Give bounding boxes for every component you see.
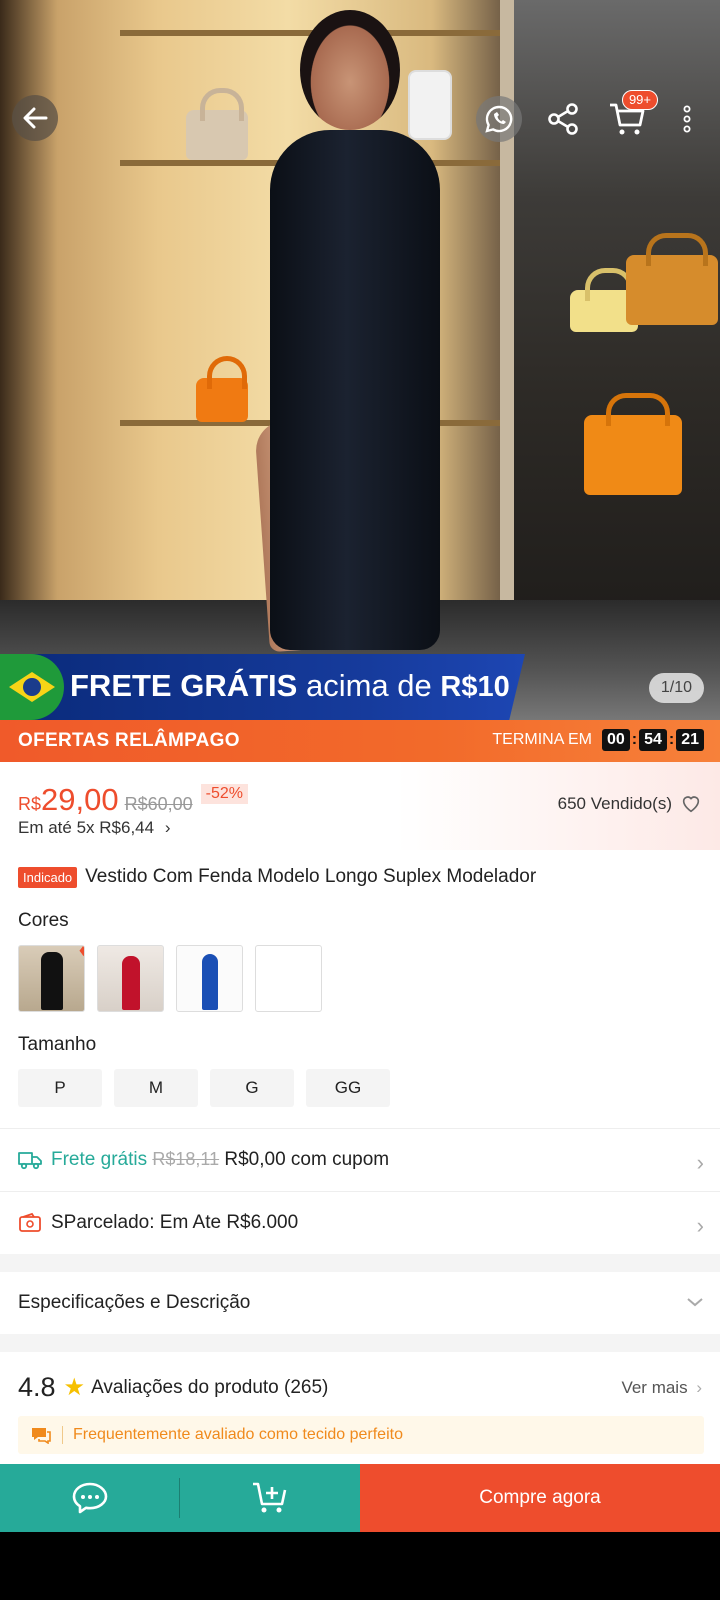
image-counter: 1/10: [648, 673, 704, 703]
chat-icon: [72, 1482, 107, 1514]
current-price: 29,00: [41, 782, 119, 817]
review-highlight: Frequentemente avaliado como tecido perf…: [18, 1416, 704, 1454]
discount-badge: -52%: [200, 784, 249, 804]
timer-seconds: 21: [676, 729, 704, 751]
star-icon: ★: [63, 1374, 86, 1401]
truck-icon: [18, 1152, 42, 1170]
model-dress: [270, 130, 440, 650]
timer-minutes: 54: [639, 729, 667, 751]
add-to-cart-button[interactable]: [180, 1464, 360, 1532]
size-options: P M G GG: [18, 1069, 390, 1107]
chevron-right-icon: ›: [696, 1150, 704, 1175]
price-currency: R$: [18, 794, 42, 814]
shipping-new-price: R$0,00 com cupom: [224, 1149, 390, 1170]
rating-score: 4.8: [18, 1372, 56, 1402]
free-shipping-label: Frete grátis: [51, 1149, 148, 1170]
model-head: [300, 10, 400, 130]
shipping-old-price: R$18,11: [152, 1149, 220, 1169]
size-option-m[interactable]: M: [114, 1069, 198, 1107]
timer-hours: 00: [601, 729, 630, 751]
shipping-row[interactable]: Frete grátis R$18,11 R$0,00 com cupom ›: [0, 1129, 720, 1191]
more-options-button[interactable]: [664, 96, 710, 142]
brazil-flag-icon: [0, 654, 64, 720]
product-screen: 99+ FRETE GRÁTIS acima de R$10 1/10 OFER…: [0, 0, 720, 1532]
chat-button[interactable]: [0, 1464, 179, 1532]
size-option-g[interactable]: G: [210, 1069, 294, 1107]
add-to-cart-icon: [253, 1482, 287, 1513]
reviews-label: Avaliações do produto (265): [91, 1376, 329, 1398]
banner-value-text: R$10: [440, 671, 510, 703]
product-title-row: Indicado Vestido Com Fenda Modelo Longo …: [18, 866, 536, 888]
original-price: R$60,00: [124, 794, 193, 814]
color-option-blue[interactable]: [176, 945, 243, 1012]
fire-icon: ♦: [79, 946, 84, 961]
see-more-reviews-link[interactable]: Ver mais ›: [621, 1378, 702, 1398]
chevron-right-icon: ›: [696, 1213, 704, 1238]
flash-sale-title: OFERTAS RELÂMPAGO: [18, 730, 240, 751]
installment-row[interactable]: SParcelado: Em Ate R$6.000 ›: [0, 1192, 720, 1254]
specs-row[interactable]: Especificações e Descrição: [0, 1272, 720, 1334]
size-option-p[interactable]: P: [18, 1069, 102, 1107]
size-label: Tamanho: [18, 1034, 97, 1055]
color-option-empty[interactable]: [255, 945, 322, 1012]
share-icon: [548, 103, 578, 135]
banner-mid-text: acima de: [305, 668, 432, 703]
countdown-timer: TERMINA EM 00 : 54 : 21: [492, 729, 704, 751]
specs-label: Especificações e Descrição: [18, 1292, 251, 1313]
rating-summary: 4.8 ★ Avaliações do produto (265): [18, 1372, 328, 1403]
share-button[interactable]: [540, 96, 586, 142]
more-vertical-icon: [683, 105, 691, 133]
arrow-left-icon: [23, 107, 48, 129]
chevron-down-icon: [687, 1298, 703, 1307]
free-shipping-banner: FRETE GRÁTIS acima de R$10: [0, 654, 525, 720]
phone-image: [408, 70, 452, 140]
price-section: R$ 29,00 R$60,00 -52% Em até 5x R$6,44 ›…: [0, 762, 720, 850]
chevron-right-icon: ›: [696, 1378, 702, 1397]
size-option-gg[interactable]: GG: [306, 1069, 390, 1107]
bag-image: [584, 393, 682, 495]
bottom-action-bar: Compre agora: [0, 1464, 720, 1532]
recommended-tag: Indicado: [18, 866, 78, 888]
back-button[interactable]: [12, 95, 58, 141]
installment-link[interactable]: Em até 5x R$6,44 ›: [18, 818, 170, 838]
colors-label: Cores: [18, 910, 69, 931]
bag-image: [626, 233, 718, 325]
banner-bold-text: FRETE GRÁTIS: [70, 668, 298, 703]
bag-image: [186, 88, 248, 160]
chat-bubble-icon: [32, 1428, 51, 1444]
whatsapp-icon: [485, 105, 513, 133]
installment-row-text: SParcelado: Em Ate R$6.000: [51, 1212, 299, 1233]
cart-button[interactable]: 99+: [602, 90, 658, 142]
review-highlight-text: Frequentemente avaliado como tecido perf…: [73, 1426, 403, 1443]
bag-image: [196, 356, 248, 422]
whatsapp-share-button[interactable]: [476, 96, 522, 142]
cart-count-badge: 99+: [621, 90, 658, 110]
buy-now-button[interactable]: Compre agora: [360, 1464, 720, 1532]
color-option-red[interactable]: [97, 945, 164, 1012]
heart-icon[interactable]: [680, 792, 702, 814]
product-title: Vestido Com Fenda Modelo Longo Suplex Mo…: [85, 866, 537, 887]
sold-count: 650 Vendido(s): [557, 794, 672, 813]
color-swatches: ♦: [18, 945, 322, 1012]
chevron-right-icon: ›: [164, 818, 171, 837]
color-option-black[interactable]: ♦: [18, 945, 85, 1012]
wallet-icon: [19, 1212, 41, 1232]
flash-sale-bar: OFERTAS RELÂMPAGO TERMINA EM 00 : 54 : 2…: [0, 720, 720, 762]
